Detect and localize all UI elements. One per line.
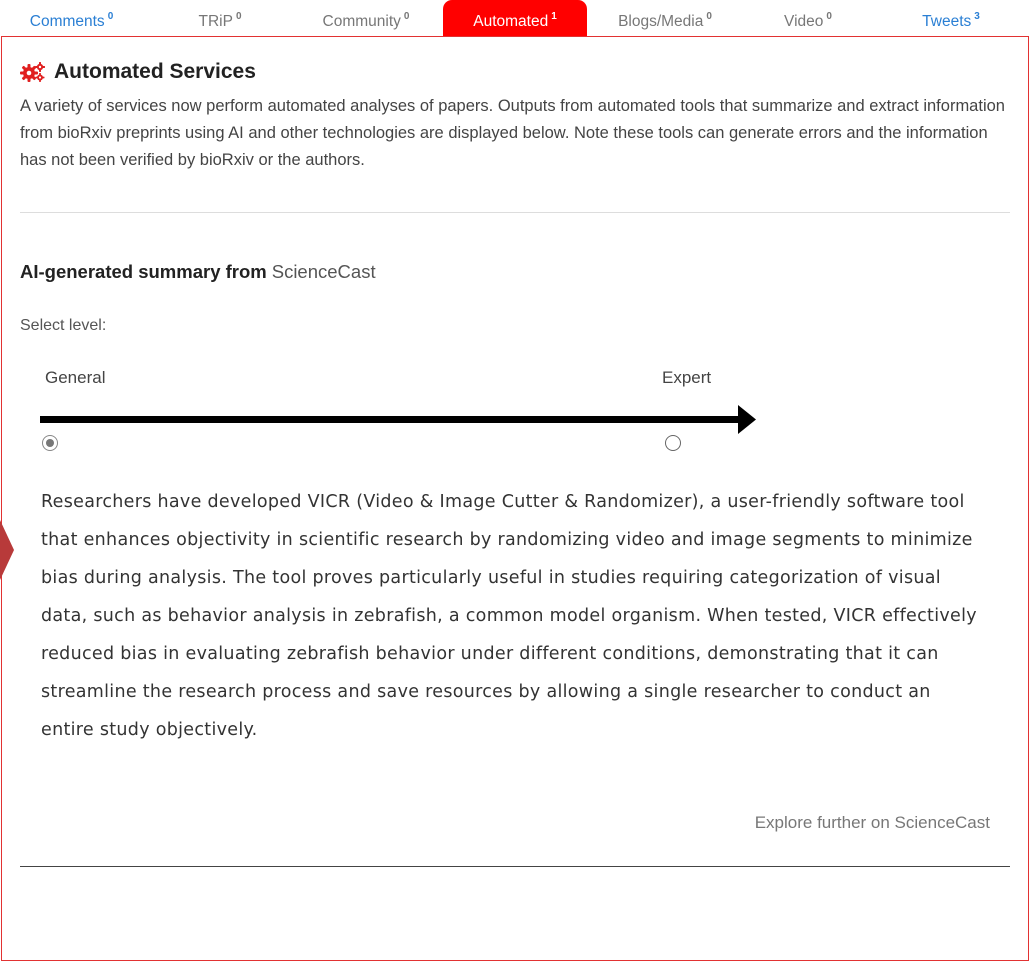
level-label-general: General bbox=[45, 368, 106, 387]
tab-video[interactable]: Video 0 bbox=[753, 0, 863, 36]
automated-services-panel: Automated Services A variety of services… bbox=[1, 36, 1029, 961]
tab-count: 3 bbox=[974, 11, 980, 22]
explore-sciencecast-link[interactable]: Explore further on ScienceCast bbox=[755, 813, 990, 833]
page-title: Automated Services bbox=[54, 60, 256, 83]
panel-title: Automated Services bbox=[20, 59, 256, 85]
level-radio-expert[interactable] bbox=[665, 435, 681, 451]
summary-heading: AI-generated summary from ScienceCast bbox=[20, 261, 376, 282]
tab-count: 0 bbox=[107, 11, 114, 22]
level-arrow bbox=[40, 405, 756, 434]
tab-blogs-media[interactable]: Blogs/Media 0 bbox=[597, 0, 733, 36]
tab-count: 0 bbox=[826, 11, 832, 22]
tab-count: 0 bbox=[403, 11, 410, 22]
gears-icon bbox=[20, 62, 45, 82]
summary-text: Researchers have developed VICR (Video &… bbox=[41, 492, 977, 740]
tab-bar: Comments 0 TRiP 0 Community 0 Automated 1 Bl… bbox=[0, 0, 1033, 36]
divider bbox=[20, 212, 1010, 213]
side-pointer-icon[interactable] bbox=[0, 520, 14, 580]
tab-count: 0 bbox=[706, 11, 712, 22]
level-label-expert: Expert bbox=[662, 368, 712, 387]
intro-text: A variety of services now perform automa… bbox=[20, 97, 1005, 169]
tab-community[interactable]: Community 0 bbox=[300, 0, 432, 36]
divider bbox=[20, 866, 1010, 867]
tab-count: 0 bbox=[235, 11, 242, 22]
level-radio-general[interactable] bbox=[42, 435, 58, 451]
tab-tweets[interactable]: Tweets 3 bbox=[891, 0, 1011, 36]
tab-count: 1 bbox=[551, 11, 557, 22]
tab-automated[interactable]: Automated 1 bbox=[443, 0, 587, 36]
tab-comments[interactable]: Comments 0 bbox=[11, 0, 132, 36]
tab-trip[interactable]: TRiP 0 bbox=[162, 0, 278, 36]
select-level-label: Select level: bbox=[20, 317, 107, 334]
summary-source: ScienceCast bbox=[271, 261, 376, 282]
